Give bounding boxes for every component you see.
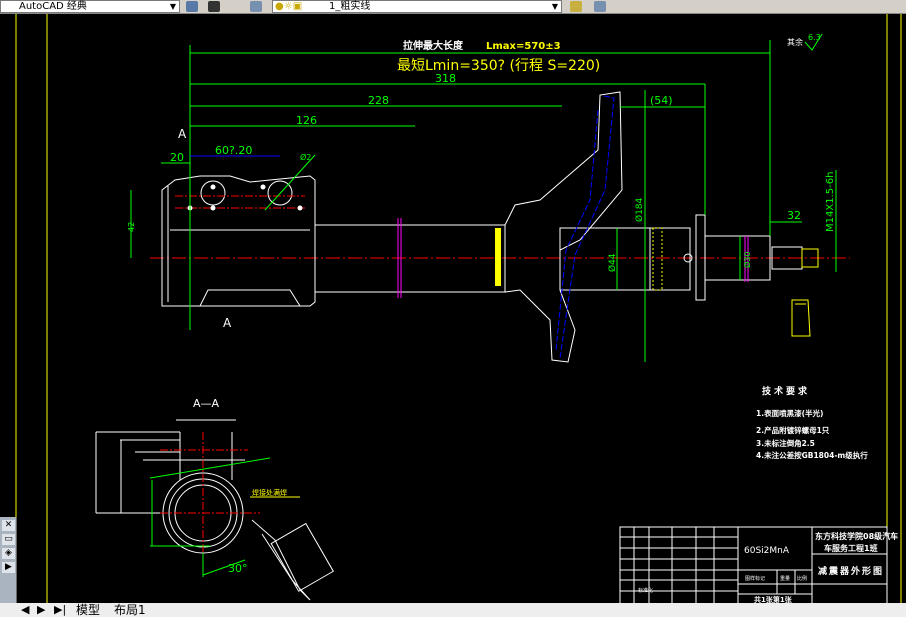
tab-model[interactable]: 模型 [76,603,100,617]
material-text: 60Si2MnA [744,546,790,556]
dim-126: 126 [296,114,317,127]
first-tab-button[interactable]: ◀ [21,603,29,617]
weight-label: 重量 [780,575,790,582]
dimension-lines [130,40,837,362]
shock-absorber-main-view [161,91,819,363]
layer-dropdown[interactable]: ●☼▣ 1_粗实线 ▼ [272,0,562,13]
ratio-label: 比例 [797,575,807,582]
last-tab-button[interactable]: ▶| [54,603,66,617]
tech-item: 1.表面喷黑漆(半光) [756,408,823,418]
tech-item: 2.产品附镀锌螺母1只 [756,425,830,435]
lmax-text: Lmax=570±3 [486,41,561,52]
tech-title: 技术要求 [762,385,810,397]
max-length-label: 拉伸最大长度 [403,39,464,52]
std-label: 标准化 [638,587,653,594]
chevron-down-icon: ▼ [169,2,176,11]
play-icon[interactable]: ▶ [2,562,15,573]
angle-30: 30° [228,562,248,575]
tool-icon[interactable]: ◈ [2,548,15,559]
dim-44: Ø44 [607,253,618,272]
drawing-canvas[interactable]: 318 228 126 20 60?.20 (54) 32 Ø2 Ø184 Ø4… [0,14,906,603]
sheet-label: 共1张第1张 [754,595,793,603]
hole-centerlines [175,195,305,209]
dim-thread: M14X1.5-6h [825,172,836,232]
drawing-name: 减震器外形图 [818,565,884,577]
section-mark-top: A [178,127,187,141]
seal-ring [495,228,501,286]
spring-seat-hidden-lines [555,95,615,359]
tech-item: 4.未注公差按GB1804-m级执行 [756,450,868,460]
section-title: A—A [193,397,220,410]
lmin-text: 最短Lmin=350? (行程 S=220) [397,58,600,74]
dim-228: 228 [368,94,389,107]
section-dimensions [149,457,271,577]
section-mark-bottom: A [223,316,232,330]
dim-32: 32 [787,209,801,222]
school-text: 东方科技学院08级汽车 [815,531,898,541]
class-text: 车服务工程1班 [824,543,878,553]
dim-54: (54) [650,94,673,107]
layer-manager-icon[interactable] [250,1,262,12]
close-icon[interactable]: ✕ [2,520,15,531]
section-centerlines [160,432,260,560]
properties-icon[interactable]: ▭ [2,534,15,545]
scale-label: 图样标记 [745,575,765,582]
toolbar: AutoCAD 经典 ▼ ●☼▣ 1_粗实线 ▼ [0,0,906,14]
dim-42: 42 [127,222,136,232]
tech-item: 3.未标注倒角2.5 [756,438,815,448]
dim-20: 20 [170,151,184,164]
make-current-layer-icon[interactable] [570,1,582,12]
chevron-down-icon: ▼ [551,2,558,11]
drawing-frame [15,14,902,603]
roughness-label: 其余 [787,37,803,47]
knurled-nut [652,227,663,291]
dim-30: Ø30 [742,252,752,268]
section-a-a-view [95,419,335,601]
layer-previous-icon[interactable] [594,1,606,12]
workspace-dropdown[interactable]: AutoCAD 经典 ▼ [0,0,180,13]
next-tab-button[interactable]: ▶ [37,603,45,617]
dim-607: 60?.20 [215,144,252,157]
dim-hole: Ø2 [300,152,311,162]
customize-icon[interactable] [208,1,220,12]
tab-layout1[interactable]: 布局1 [114,603,146,617]
layer-state-icons: ●☼▣ [275,1,303,12]
dim-184: Ø184 [634,197,645,222]
workspace-settings-icon[interactable] [186,1,198,12]
roughness-value: 6.3 [808,33,821,42]
layout-tabs-bar: ◀ ▶ ▶| 模型 布局1 [0,603,906,617]
weld-note: 焊接处满焊 [252,488,287,497]
tool-palette: ✕ ▭ ◈ ▶ [0,517,17,617]
